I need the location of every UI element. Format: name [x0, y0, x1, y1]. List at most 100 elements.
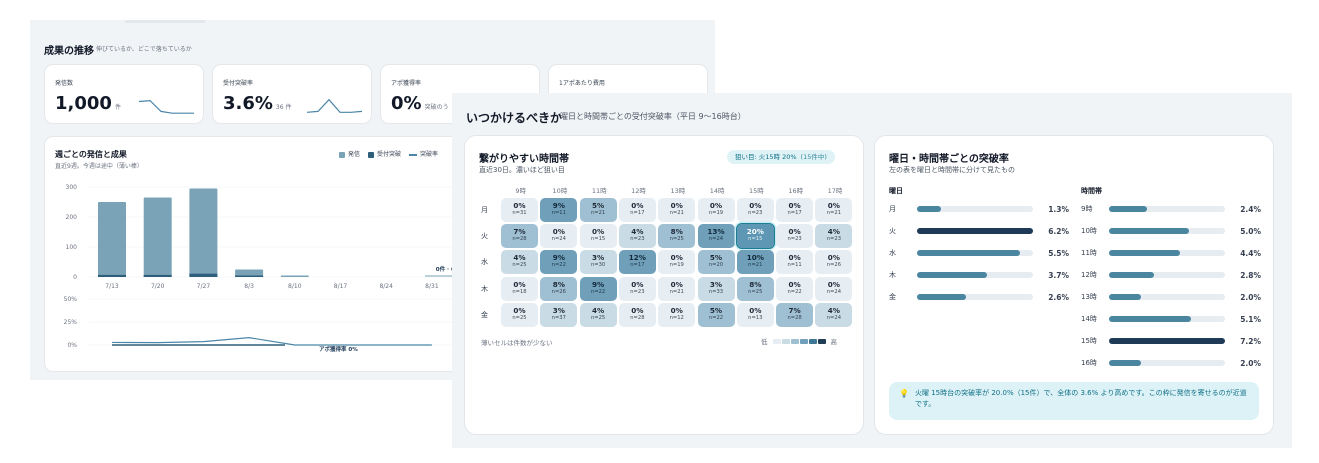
heatmap-cell[interactable]: 3% n=30 — [579, 250, 617, 275]
heatmap-cell[interactable]: 0% n=21 — [815, 198, 853, 222]
heatmap-cell[interactable]: 0% n=24 — [540, 224, 578, 249]
rate-row-label: 月 — [889, 205, 896, 213]
rate-row-label: 木 — [889, 271, 896, 279]
cell-rate: 7% — [788, 305, 801, 315]
heatmap-hour-header: 9時 10時 11時 12時 13時 14時 15時 16時 17時 — [501, 185, 855, 195]
bar-calls — [98, 202, 126, 277]
rate-value: 2.8% — [1240, 270, 1261, 280]
heatmap-cell[interactable]: 4% n=23 — [815, 224, 853, 249]
kpi-card-calls[interactable]: 発信数 1,000 件 — [44, 64, 204, 124]
section-title: 成果の推移 — [44, 46, 94, 57]
heatmap-cell[interactable]: 9% n=11 — [540, 198, 578, 222]
heatmap-cell[interactable]: 3% n=33 — [697, 276, 735, 301]
x-tick-label: 7/27 — [197, 283, 211, 290]
rate-row-label: 11時 — [1081, 249, 1097, 257]
x-tick-label: 8/17 — [334, 283, 348, 290]
cell-count: n=17 — [787, 210, 802, 216]
cell-rate: 4% — [827, 227, 840, 237]
kpi-unit: 件 — [114, 104, 121, 111]
insight-text: 火曜 15時台の突破率が 20.0%（15件）で、全体の 3.6% より高めです… — [915, 389, 1247, 408]
cell-rate: 0% — [670, 201, 683, 210]
heatmap-cell[interactable]: 5% n=22 — [697, 302, 735, 327]
kpi-unit: 36 件 — [275, 104, 292, 111]
heatmap-cell[interactable]: 0% n=23 — [736, 198, 774, 222]
x-tick-label: 8/24 — [379, 283, 393, 290]
cell-count: n=23 — [748, 210, 763, 216]
rate-subtitle: 左の表を曜日と時間帯に分けて見たもの — [889, 166, 1015, 174]
heatmap-cell[interactable]: 8% n=25 — [736, 276, 774, 301]
cell-count: n=25 — [512, 314, 527, 321]
rate-row: 木 3.7% — [889, 264, 1069, 286]
heatmap-cell[interactable]: 8% n=26 — [540, 276, 578, 301]
heatmap-cell[interactable]: 0% n=23 — [776, 224, 814, 249]
heatmap-cell[interactable]: 0% n=26 — [815, 250, 853, 275]
heatmap-cell[interactable]: 0% n=21 — [658, 276, 696, 301]
cell-count: n=22 — [590, 288, 606, 295]
heatmap-cell[interactable]: 5% n=20 — [697, 250, 735, 275]
heatmap-cell[interactable]: 0% n=22 — [776, 276, 814, 301]
heatmap-cell[interactable]: 13% n=24 — [697, 224, 735, 249]
heatmap-cell[interactable]: 0% n=25 — [501, 302, 538, 327]
heatmap-cell[interactable]: 4% n=23 — [618, 224, 656, 249]
heatmap-cell[interactable]: 0% n=15 — [579, 224, 617, 249]
heatmap-cell[interactable]: 0% n=17 — [618, 198, 656, 222]
cell-rate: 0% — [513, 279, 526, 289]
heatmap-cell[interactable]: 0% n=19 — [658, 250, 696, 275]
heatmap-cell[interactable]: 4% n=24 — [815, 302, 853, 327]
heatmap-cell[interactable]: 4% n=25 — [501, 250, 538, 275]
heatmap-cell[interactable]: 0% n=13 — [736, 302, 774, 327]
heatmap-cell[interactable]: 0% n=19 — [697, 198, 735, 222]
rate-fill — [917, 272, 987, 278]
cell-count: n=26 — [551, 288, 566, 295]
kpi-card-pass-rate[interactable]: 受付突破率 3.6% 36 件 — [212, 64, 372, 124]
heatmap-cell[interactable]: 12% n=17 — [618, 250, 656, 275]
cell-rate: 7% — [513, 227, 526, 237]
heatmap-cell[interactable]: 0% n=24 — [815, 276, 853, 301]
hour-label: 10時 — [552, 187, 568, 195]
bar-calls — [280, 275, 309, 277]
cell-count: n=24 — [551, 236, 566, 243]
heatmap-cell[interactable]: 3% n=37 — [540, 302, 578, 327]
cell-rate: 8% — [552, 279, 565, 289]
rate-track — [1109, 250, 1225, 256]
heatmap-cell[interactable]: 0% n=17 — [776, 198, 814, 222]
cell-count: n=17 — [630, 262, 645, 269]
heatmap-cell[interactable]: 9% n=22 — [579, 276, 617, 301]
cell-rate: 10% — [746, 253, 764, 263]
kpi-sparkline — [138, 99, 194, 114]
cell-rate: 8% — [749, 279, 762, 289]
heatmap-cell[interactable]: 20% n=15 — [735, 223, 775, 250]
cell-count: n=25 — [512, 262, 527, 269]
best-slot-badge: 狙い目: 火15時 20% (15件中) — [727, 150, 835, 164]
kpi-label: 発信数 — [55, 80, 74, 87]
rate-fill — [1109, 228, 1190, 234]
y-tick-label: 0% — [67, 342, 77, 349]
heatmap-cell[interactable]: 7% n=28 — [776, 302, 814, 327]
heatmap-title: 繋がりやすい時間帯 — [479, 154, 569, 165]
heatmap-cell[interactable]: 0% n=28 — [618, 302, 656, 327]
cell-count: n=37 — [551, 314, 566, 321]
heatmap-cell[interactable]: 5% n=21 — [579, 198, 617, 222]
cell-rate: 0% — [670, 305, 683, 315]
heatmap-cell[interactable]: 9% n=22 — [540, 250, 578, 275]
heatmap-cell[interactable]: 8% n=25 — [658, 224, 696, 249]
rate-row-label: 水 — [889, 249, 896, 257]
cell-rate: 4% — [631, 227, 644, 237]
kpi-unit: 突破のう — [424, 104, 449, 111]
cell-count: n=23 — [630, 288, 645, 295]
heatmap-color-scale: 低 高 — [761, 336, 837, 346]
heatmap-cell[interactable]: 0% n=11 — [776, 250, 814, 275]
heatmap-cell[interactable]: 0% n=18 — [501, 276, 538, 301]
heatmap-cell[interactable]: 4% n=25 — [579, 302, 617, 327]
scale-swatch — [781, 338, 790, 344]
heatmap-cell[interactable]: 0% n=12 — [658, 302, 696, 327]
cell-rate: 0% — [552, 227, 565, 237]
rate-line — [111, 337, 432, 346]
heatmap-cell[interactable]: 0% n=31 — [501, 198, 538, 222]
heatmap-cell[interactable]: 10% n=21 — [736, 250, 774, 275]
heatmap-cell[interactable]: 0% n=23 — [618, 276, 656, 301]
heatmap-cell[interactable]: 7% n=28 — [501, 224, 538, 249]
scale-high-label: 高 — [830, 338, 838, 346]
heatmap-cell[interactable]: 0% n=21 — [658, 198, 696, 222]
hour-label: 12時 — [631, 187, 646, 195]
